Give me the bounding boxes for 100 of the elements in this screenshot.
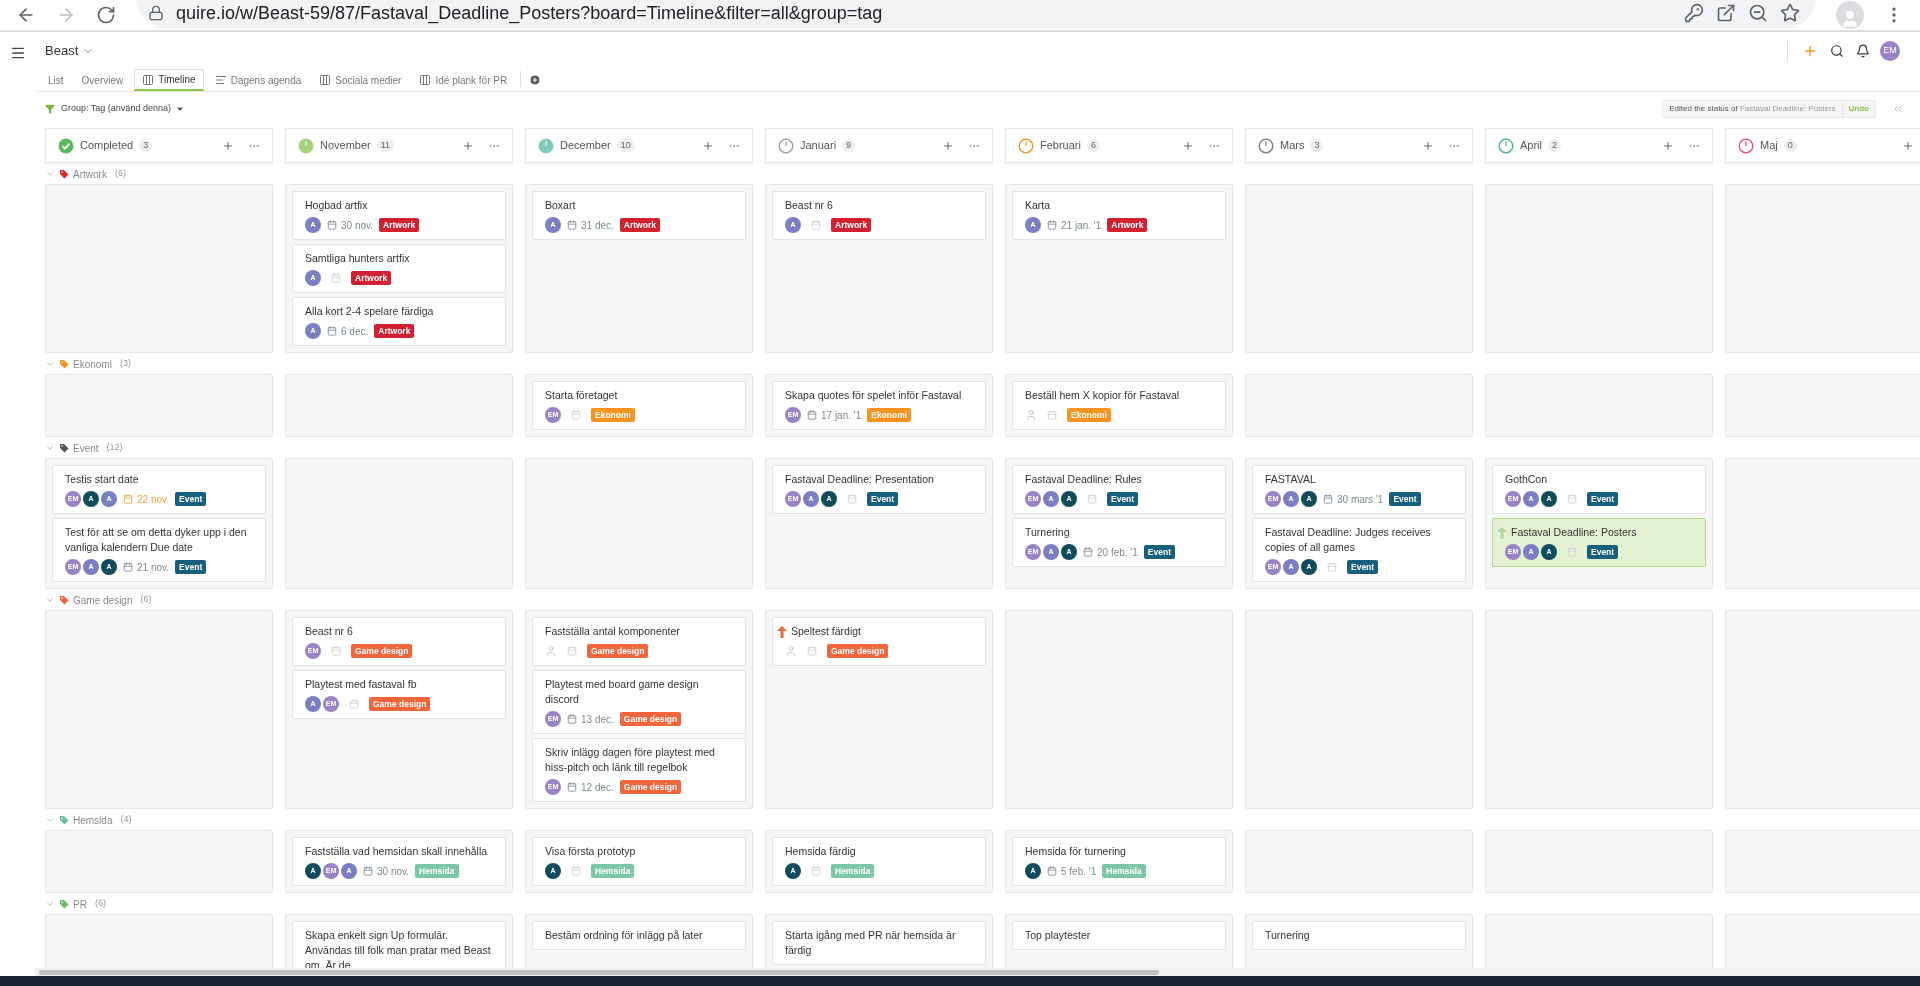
notification-icon[interactable] <box>1856 44 1870 58</box>
tag-label[interactable]: Game design <box>827 644 889 658</box>
add-icon[interactable] <box>462 139 474 152</box>
view-tab[interactable]: Idé plank för PR <box>412 69 515 91</box>
chevron-down-icon[interactable] <box>45 815 55 825</box>
tag-label[interactable]: Event <box>1347 560 1379 574</box>
person-icon[interactable] <box>545 645 557 657</box>
chevron-down-icon[interactable] <box>45 899 55 909</box>
task-card[interactable]: Bestäm ordning för inlägg på later <box>532 921 746 950</box>
tag-label[interactable]: Game design <box>587 644 649 658</box>
due-date[interactable]: 30 mars '1 <box>1323 491 1384 507</box>
group-title[interactable]: Artwork <box>73 166 107 182</box>
add-icon[interactable] <box>702 139 714 152</box>
calendar-icon[interactable] <box>811 220 821 230</box>
due-date[interactable]: 20 feb. '1 <box>1083 544 1138 560</box>
tag-label[interactable]: Artwork <box>374 324 415 338</box>
chevron-down-icon[interactable] <box>45 443 55 453</box>
due-date[interactable]: 17 jan. '1 <box>807 407 862 423</box>
task-card[interactable]: Speltest färdigt Game design <box>772 617 986 666</box>
scrollbar-thumb[interactable] <box>39 969 1159 975</box>
search-icon[interactable] <box>1830 44 1844 58</box>
person-icon[interactable] <box>785 645 797 657</box>
project-title[interactable]: Beast <box>45 41 79 61</box>
due-date[interactable]: 31 dec. <box>567 217 614 233</box>
calendar-icon[interactable] <box>331 646 341 656</box>
add-icon[interactable] <box>1902 139 1914 152</box>
calendar-icon[interactable] <box>847 494 857 504</box>
zoom-out-icon[interactable] <box>1748 3 1768 23</box>
calendar-icon[interactable] <box>571 866 581 876</box>
add-icon[interactable] <box>1802 43 1818 59</box>
collapse-icon[interactable] <box>1892 103 1904 115</box>
calendar-icon[interactable] <box>567 646 577 656</box>
calendar-icon[interactable] <box>1327 562 1337 572</box>
tag-label[interactable]: Event <box>1587 545 1619 559</box>
due-date[interactable]: 13 dec. <box>567 711 614 727</box>
due-date[interactable]: 21 nov. <box>123 559 170 575</box>
add-icon[interactable] <box>942 139 954 152</box>
profile-icon[interactable] <box>1836 1 1864 29</box>
view-tab[interactable]: Sociala medier <box>312 69 409 91</box>
add-icon[interactable] <box>1182 139 1194 152</box>
calendar-icon[interactable] <box>571 410 581 420</box>
due-date[interactable]: 6 dec. <box>327 323 369 339</box>
view-tab[interactable]: Dagens agenda <box>207 69 309 91</box>
group-title[interactable]: Game design <box>73 592 133 608</box>
tag-label[interactable]: Event <box>175 560 207 574</box>
chevron-down-icon[interactable] <box>45 359 55 369</box>
add-view-icon[interactable] <box>529 74 542 86</box>
due-date[interactable]: 5 feb. '1 <box>1047 863 1097 879</box>
tag-label[interactable]: Event <box>1107 492 1139 506</box>
calendar-icon[interactable] <box>331 273 341 283</box>
view-tab[interactable]: Overview <box>74 69 131 91</box>
calendar-icon[interactable] <box>1047 410 1057 420</box>
due-date[interactable]: 30 nov. <box>363 863 410 879</box>
task-card[interactable]: Turnering <box>1252 921 1466 950</box>
due-date[interactable]: 12 dec. <box>567 779 614 795</box>
task-card[interactable]: Fastställa antal komponenter Game design <box>532 617 746 666</box>
calendar-icon[interactable] <box>1567 547 1577 557</box>
tag-label[interactable]: Event <box>867 492 899 506</box>
tag-label[interactable]: Artwork <box>351 271 392 285</box>
tag-label[interactable]: Event <box>1587 492 1619 506</box>
menu-icon[interactable] <box>9 45 26 61</box>
group-title[interactable]: PR <box>73 896 87 912</box>
due-date[interactable]: 30 nov. <box>327 217 374 233</box>
group-title[interactable]: Hemsida <box>73 812 113 828</box>
reload-icon[interactable] <box>96 5 116 25</box>
calendar-icon[interactable] <box>1087 494 1097 504</box>
tag-label[interactable]: Game design <box>369 697 431 711</box>
star-icon[interactable] <box>1780 3 1800 23</box>
chevron-down-icon[interactable] <box>45 595 55 605</box>
add-icon[interactable] <box>1422 139 1434 152</box>
add-icon[interactable] <box>1662 139 1674 152</box>
key-icon[interactable] <box>1684 3 1704 23</box>
tag-label[interactable]: Event <box>175 492 207 506</box>
group-title[interactable]: Event <box>73 440 99 456</box>
tag-label[interactable]: Artwork <box>1107 218 1148 232</box>
calendar-icon[interactable] <box>1567 494 1577 504</box>
tag-label[interactable]: Game design <box>351 644 413 658</box>
due-date[interactable]: 21 jan. '1 <box>1047 217 1102 233</box>
tag-label[interactable]: Game design <box>619 780 682 794</box>
person-icon[interactable] <box>1025 409 1037 421</box>
user-avatar[interactable]: EM <box>1880 41 1900 61</box>
chevron-down-icon[interactable] <box>45 169 55 179</box>
group-by-dropdown[interactable]: Group: Tag (använd denna) <box>61 102 185 116</box>
calendar-icon[interactable] <box>349 699 359 709</box>
task-card[interactable]: Beställ hem X kopior för Fastaval Ekonomi <box>1012 381 1226 430</box>
tag-label[interactable]: Event <box>1389 492 1421 506</box>
add-icon[interactable] <box>222 139 234 152</box>
calendar-icon[interactable] <box>811 866 821 876</box>
tag-label[interactable]: Game design <box>619 712 682 726</box>
task-card[interactable]: Top playtester <box>1012 921 1226 950</box>
tag-label[interactable]: Event <box>1143 545 1175 559</box>
task-card[interactable]: Starta igång med PR när hemsida är färdig <box>772 921 986 965</box>
tag-label[interactable]: Artwork <box>619 218 660 232</box>
view-tab[interactable]: List <box>41 69 71 91</box>
view-tab[interactable]: Timeline <box>134 69 204 91</box>
tag-label[interactable]: Artwork <box>379 218 420 232</box>
group-title[interactable]: Ekonomi <box>73 356 112 372</box>
tag-label[interactable]: Artwork <box>831 218 872 232</box>
external-link-icon[interactable] <box>1716 3 1736 23</box>
address-bar[interactable]: quire.io/w/Beast-59/87/Fastaval_Deadline_Posters?board=Timeline&filter=all&group=tag <box>136 0 1816 28</box>
